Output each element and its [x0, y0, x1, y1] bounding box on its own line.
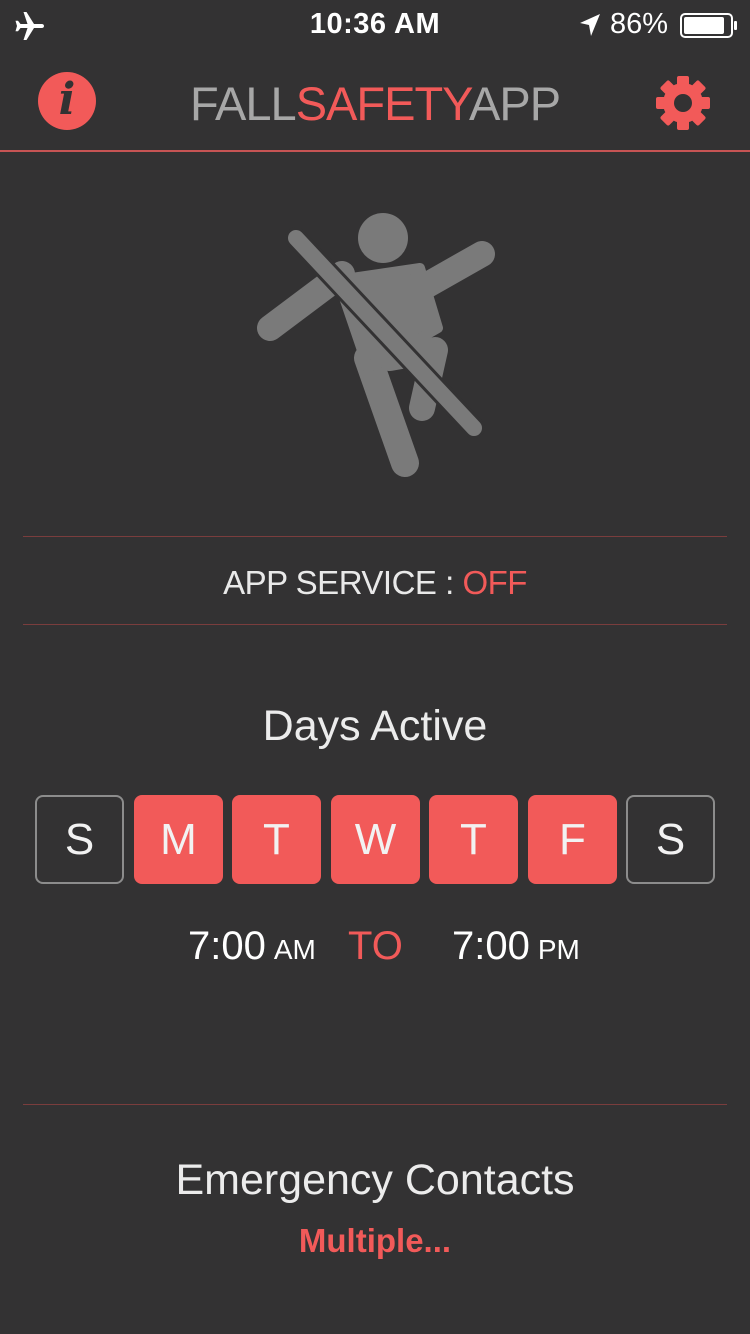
- day-toggle-wednesday[interactable]: W: [331, 795, 420, 884]
- app-title: FALLSAFETYAPP: [0, 76, 750, 131]
- status-bar: 10:36 AM 86%: [0, 0, 750, 52]
- day-toggle-friday[interactable]: F: [528, 795, 617, 884]
- days-active-title: Days Active: [262, 702, 488, 750]
- day-toggle-sunday[interactable]: S: [35, 795, 124, 884]
- end-time[interactable]: 7:00 PM: [452, 924, 580, 969]
- battery-icon: [680, 13, 737, 38]
- divider-contacts: [23, 1104, 727, 1105]
- day-toggle-saturday[interactable]: S: [626, 795, 715, 884]
- location-arrow-icon: [580, 14, 600, 36]
- start-time-ampm: AM: [273, 934, 316, 965]
- service-label: APP SERVICE :: [223, 564, 463, 601]
- app-title-safety: SAFETY: [295, 77, 470, 130]
- emergency-contacts-value[interactable]: Multiple...: [0, 1222, 750, 1260]
- start-time-value: 7:00: [188, 924, 266, 968]
- days-selector: S M T W T F S: [35, 795, 715, 884]
- day-toggle-thursday[interactable]: T: [429, 795, 518, 884]
- day-toggle-monday[interactable]: M: [134, 795, 223, 884]
- app-title-fall: FALL: [189, 77, 297, 130]
- emergency-contacts-title: Emergency Contacts: [175, 1156, 575, 1204]
- to-label: TO: [348, 924, 403, 968]
- gear-icon[interactable]: [652, 72, 714, 134]
- battery-percent: 86%: [610, 8, 669, 40]
- divider-service: [23, 624, 727, 625]
- start-time[interactable]: 7:00 AM: [188, 924, 316, 969]
- nav-bar: i FALLSAFETYAPP: [0, 52, 750, 152]
- app-service-status[interactable]: APP SERVICE : OFF: [0, 564, 750, 602]
- end-time-ampm: PM: [537, 934, 580, 965]
- day-toggle-tuesday[interactable]: T: [232, 795, 321, 884]
- app-title-app: APP: [469, 77, 561, 130]
- end-time-value: 7:00: [452, 924, 530, 968]
- service-status-value: OFF: [462, 564, 527, 601]
- active-time-range: 7:00 AM TO 7:00 PM: [0, 924, 750, 974]
- divider-top: [23, 536, 727, 537]
- no-fall-icon: [257, 213, 495, 477]
